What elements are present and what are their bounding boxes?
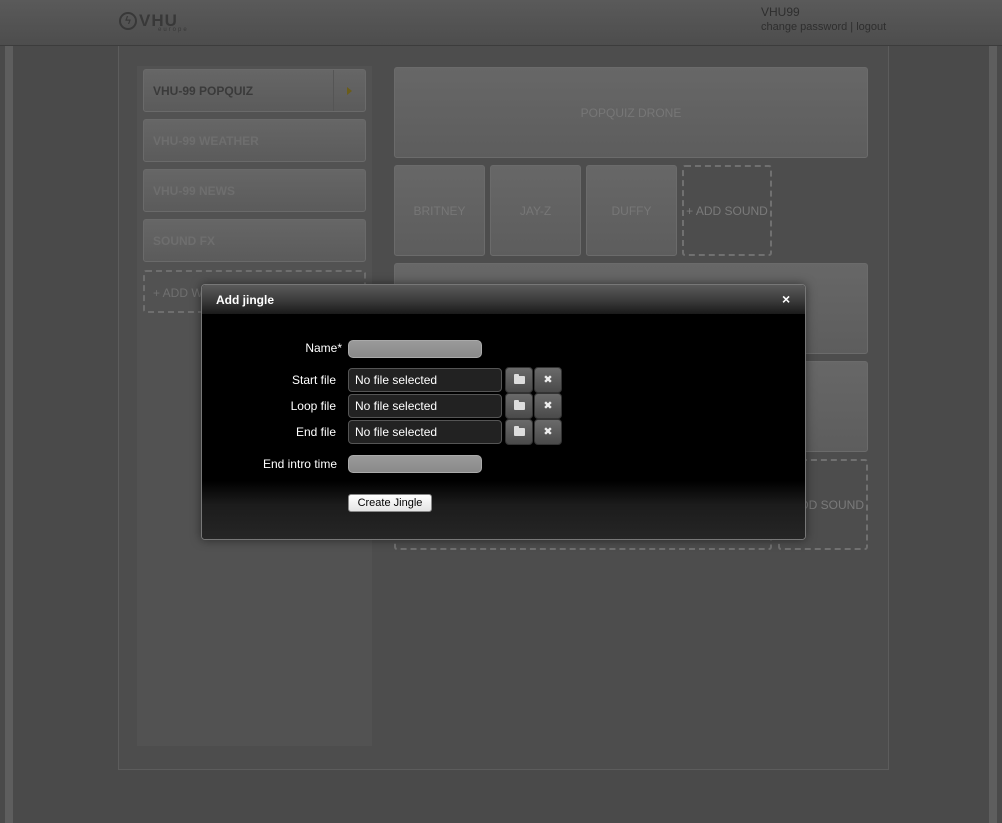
page-edge-right <box>989 46 997 823</box>
start-file-field[interactable]: No file selected <box>348 368 502 392</box>
sidebar-item-label: SOUND FX <box>153 234 216 248</box>
dialog-title: Add jingle <box>216 293 274 307</box>
add-jingle-dialog: Add jingle × Name* Start file No file se… <box>201 284 806 540</box>
link-separator: | <box>850 21 854 33</box>
top-bar: ϟ VHU europe VHU99 change password | log… <box>0 0 1002 46</box>
username: VHU99 <box>761 5 800 19</box>
sound-tile-duffy[interactable]: DUFFY <box>586 165 677 256</box>
loop-file-label: Loop file <box>290 399 336 413</box>
end-file-remove-button[interactable]: ✖ <box>534 419 562 445</box>
add-sound-tile[interactable]: + ADD SOUND <box>682 165 772 256</box>
close-icon[interactable]: × <box>782 291 790 307</box>
sidebar-item-label: VHU-99 POPQUIZ <box>153 84 254 98</box>
sidebar-item-news[interactable]: VHU-99 NEWS <box>143 169 366 212</box>
add-sound-label: + ADD SOUND <box>686 203 768 218</box>
drone-label: POPQUIZ DRONE <box>580 105 682 120</box>
vhu-logo[interactable]: ϟ VHU europe <box>119 11 199 33</box>
folder-icon <box>513 400 525 410</box>
sidebar-item-popquiz[interactable]: VHU-99 POPQUIZ <box>143 69 366 112</box>
create-jingle-button[interactable]: Create Jingle <box>348 494 432 512</box>
loop-file-field[interactable]: No file selected <box>348 394 502 418</box>
sidebar-item-label: VHU-99 WEATHER <box>153 134 259 148</box>
end-file-browse-button[interactable] <box>505 419 533 445</box>
start-file-remove-button[interactable]: ✖ <box>534 367 562 393</box>
sound-tile-britney[interactable]: BRITNEY <box>394 165 485 256</box>
name-label: Name* <box>305 341 342 355</box>
dialog-footer <box>202 481 805 539</box>
folder-icon <box>513 374 525 384</box>
sidebar-item-sound-fx[interactable]: SOUND FX <box>143 219 366 262</box>
folder-icon <box>513 426 525 436</box>
start-file-label: Start file <box>291 373 336 387</box>
sound-label: BRITNEY <box>413 203 466 218</box>
sidebar-item-label: VHU-99 NEWS <box>153 184 236 198</box>
loop-file-remove-button[interactable]: ✖ <box>534 393 562 419</box>
sidebar-item-weather[interactable]: VHU-99 WEATHER <box>143 119 366 162</box>
end-intro-time-input[interactable] <box>348 455 482 473</box>
loop-file-browse-button[interactable] <box>505 393 533 419</box>
sound-label: DUFFY <box>611 203 652 218</box>
user-links: change password | logout <box>761 21 886 33</box>
end-file-label: End file <box>295 425 336 439</box>
logout-link[interactable]: logout <box>856 21 886 33</box>
logo-subtext: europe <box>158 27 189 33</box>
start-file-browse-button[interactable] <box>505 367 533 393</box>
drone-tile[interactable]: POPQUIZ DRONE <box>394 67 868 158</box>
bolt-icon: ϟ <box>119 12 137 30</box>
expand-cell[interactable] <box>333 70 365 111</box>
page-edge-left <box>5 46 13 823</box>
end-intro-time-label: End intro time <box>262 457 337 471</box>
end-file-field[interactable]: No file selected <box>348 420 502 444</box>
dialog-header <box>202 285 805 314</box>
name-input[interactable] <box>348 340 482 358</box>
sound-label: JAY-Z <box>519 203 552 218</box>
arrow-right-icon <box>347 87 352 95</box>
sound-tile-jay-z[interactable]: JAY-Z <box>490 165 581 256</box>
change-password-link[interactable]: change password <box>761 21 847 33</box>
